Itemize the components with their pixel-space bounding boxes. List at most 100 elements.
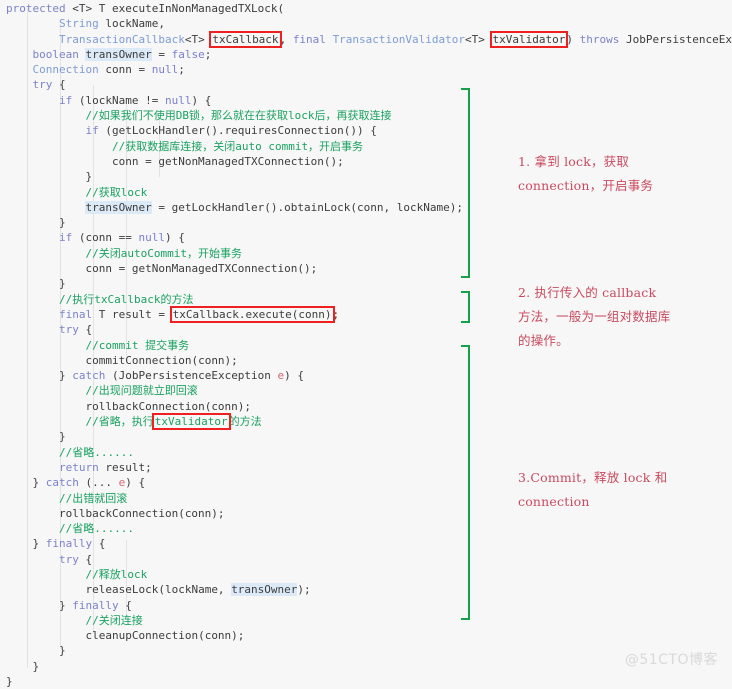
code-token: releaseLock(lockName, [85, 583, 232, 597]
code-line: } catch (JobPersistenceException e) { [6, 368, 732, 383]
code-token: //省略，执行 [85, 415, 154, 429]
code-token: rollbackConnection(conn); [85, 399, 252, 413]
code-token: JobPersistenceException [625, 32, 732, 46]
code-token: final [58, 307, 99, 321]
code-token: transOwner [85, 47, 152, 61]
code-token: cleanupConnection(conn); [85, 629, 245, 643]
code-line: boolean transOwner = false; [6, 47, 732, 62]
code-token: = getLockHandler().obtainLock(conn, lock… [151, 200, 463, 214]
code-token: null [151, 63, 179, 77]
code-line: //如果我们不使用DB锁，那么就在在获取lock后，再获取连接 [6, 108, 732, 123]
code-token: throws [579, 32, 626, 46]
code-token: return [58, 460, 99, 474]
bracket-step-3 [461, 345, 470, 620]
code-token: final [292, 32, 333, 46]
code-line: transOwner = getLockHandler().obtainLock… [6, 200, 732, 215]
code-line: //关闭连接 [6, 613, 732, 628]
code-token: //出错就回滚 [58, 491, 128, 505]
code-token: finally [72, 598, 119, 612]
code-token: (conn == [72, 231, 139, 245]
code-token: (getLockHandler().requiresConnection()) … [98, 124, 377, 138]
code-token: } [32, 659, 40, 673]
code-line: //出现问题就立即回滚 [6, 383, 732, 398]
code-line: //释放lock [6, 567, 732, 582]
code-line: } finally { [6, 598, 732, 613]
code-line: if (lockName != null) { [6, 93, 732, 108]
bracket-step-1 [461, 88, 470, 278]
code-line: } [6, 674, 732, 689]
code-token: Connection [32, 63, 99, 77]
code-token: ) { [125, 476, 146, 490]
code-token: (lockName != [72, 93, 165, 107]
code-token: } [58, 430, 66, 444]
code-token: try [58, 323, 79, 337]
code-token: if [58, 93, 73, 107]
code-token: ) { [191, 93, 212, 107]
code-token: } [58, 369, 73, 383]
code-token: //关闭连接 [85, 613, 143, 627]
code-token: { [78, 323, 93, 337]
code-token: 的方法 [228, 415, 262, 429]
code-line: protected <T> T executeInNonManagedTXLoc… [6, 1, 732, 16]
code-token: null [164, 93, 192, 107]
code-line: //省略，执行txValidator的方法 [6, 413, 732, 431]
code-token: conn = [98, 63, 152, 77]
code-token: //如果我们不使用DB锁，那么就在在获取lock后，再获取连接 [85, 109, 392, 123]
code-token: String [58, 17, 99, 31]
bracket-step-2 [461, 291, 470, 323]
code-snippet-panel: protected <T> T executeInNonManagedTXLoc… [0, 0, 732, 688]
code-token: ); [297, 583, 311, 597]
code-token: (JobPersistenceException [105, 369, 278, 383]
code-token: lockName, [98, 17, 165, 31]
code-token: TransactionValidator [332, 32, 466, 46]
code-line: try { [6, 552, 732, 567]
code-token: finally [45, 537, 93, 551]
code-line: } [6, 215, 732, 230]
code-token: { [52, 78, 66, 92]
watermark-label: @51CTO博客 [624, 652, 718, 668]
annotation-step-1: 1. 拿到 lock，获取 connection，开启事务 [518, 154, 654, 193]
highlighted-identifier-box: txCallback [209, 30, 282, 48]
code-token: ) { [284, 369, 305, 383]
code-token: if [85, 124, 99, 138]
code-token: <T> T [72, 2, 112, 15]
code-token: , [279, 32, 293, 46]
code-token: false [171, 47, 205, 61]
code-token: transOwner [85, 200, 152, 214]
code-line: Connection conn = null; [6, 62, 732, 77]
code-token: ) [566, 32, 580, 46]
code-token: result; [98, 460, 152, 474]
code-line: cleanupConnection(conn); [6, 628, 732, 643]
code-token: //commit 提交事务 [85, 338, 190, 352]
code-token: } [85, 170, 93, 184]
code-line: //省略...... [6, 445, 732, 460]
highlighted-identifier-box: txValidator [489, 30, 569, 48]
code-token: conn = getNonManagedTXConnection(); [85, 262, 318, 276]
code-token: try [32, 78, 53, 92]
code-token: rollbackConnection(conn); [58, 506, 225, 520]
code-token: catch [72, 369, 106, 383]
code-line: releaseLock(lockName, transOwner); [6, 582, 732, 597]
code-token: //出现问题就立即回滚 [85, 384, 198, 398]
code-token: //关闭autoCommit，开始事务 [85, 246, 242, 260]
code-token: //获取数据库连接，关闭auto commit，开启事务 [111, 139, 364, 153]
code-token: //省略...... [58, 522, 134, 536]
code-token: protected [6, 2, 73, 15]
code-line: } finally { [6, 536, 732, 551]
code-token: } [6, 675, 13, 689]
code-token: (... [78, 476, 119, 490]
code-token: ; [204, 47, 212, 61]
code-token: ) { [164, 231, 185, 245]
code-token: { [78, 552, 93, 566]
code-token: try [58, 552, 79, 566]
code-token: } [58, 598, 73, 612]
code-token: } [32, 476, 46, 490]
code-token: //释放lock [85, 567, 148, 581]
highlighted-identifier-box: txCallback.execute(conn) [169, 305, 335, 323]
code-token: if [58, 231, 73, 245]
code-token: ; [332, 307, 340, 321]
code-token: executeInNonManagedTXLock( [111, 2, 285, 15]
code-token: null [138, 231, 165, 245]
code-line: conn = getNonManagedTXConnection(); [6, 261, 732, 276]
code-token: } [58, 277, 66, 291]
